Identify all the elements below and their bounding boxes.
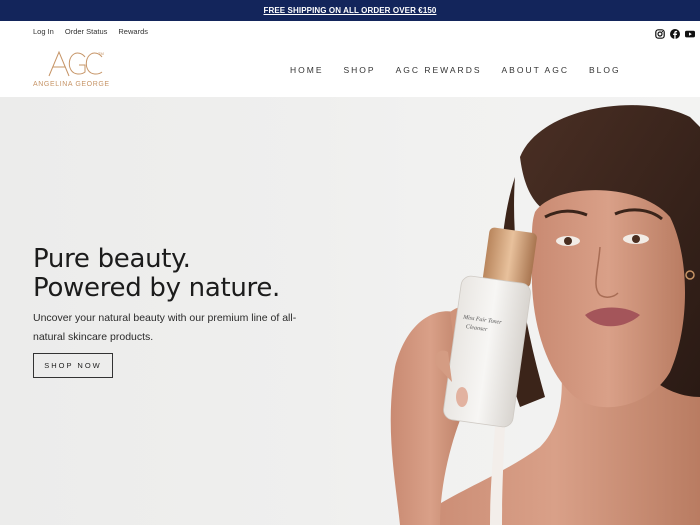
- shop-now-label: SHOP NOW: [44, 361, 102, 370]
- nav-home[interactable]: HOME: [290, 65, 324, 75]
- free-shipping-link[interactable]: FREE SHIPPING ON ALL ORDER OVER €150: [264, 6, 437, 15]
- main-nav: HOME SHOP AGC REWARDS ABOUT AGC BLOG: [290, 65, 621, 75]
- youtube-icon[interactable]: [685, 26, 695, 38]
- hero-headline-line1: Pure beauty.: [33, 244, 191, 274]
- announcement-bar: FREE SHIPPING ON ALL ORDER OVER €150: [0, 0, 700, 21]
- hero-copy: Pure beauty. Powered by nature. Uncover …: [33, 245, 333, 347]
- nav-blog[interactable]: BLOG: [589, 65, 621, 75]
- hero-headline-line2: Powered by nature.: [33, 273, 281, 303]
- nav-agc-rewards[interactable]: AGC REWARDS: [396, 65, 482, 75]
- utility-bar: Log In Order Status Rewards: [0, 21, 700, 42]
- shop-now-button[interactable]: SHOP NOW: [33, 353, 113, 378]
- hero-subtext: Uncover your natural beauty with our pre…: [33, 312, 297, 343]
- rewards-link[interactable]: Rewards: [118, 27, 148, 36]
- instagram-icon[interactable]: [655, 26, 665, 39]
- utility-links: Log In Order Status Rewards: [33, 27, 148, 36]
- brand-logo[interactable]: TM ANGELINA GEORGE: [33, 47, 123, 92]
- logo-wordmark: ANGELINA GEORGE: [33, 81, 110, 88]
- hero-banner: Miss Fair Toner Cleanser Pure beauty. Po…: [0, 97, 700, 525]
- site-header: TM ANGELINA GEORGE HOME SHOP AGC REWARDS…: [0, 42, 700, 97]
- nav-about-agc[interactable]: ABOUT AGC: [502, 65, 569, 75]
- hero-headline: Pure beauty. Powered by nature.: [33, 245, 333, 303]
- nav-shop[interactable]: SHOP: [344, 65, 376, 75]
- social-links: [655, 26, 695, 39]
- order-status-link[interactable]: Order Status: [65, 27, 108, 36]
- log-in-link[interactable]: Log In: [33, 27, 54, 36]
- logo-trademark: TM: [98, 51, 104, 56]
- facebook-icon[interactable]: [670, 26, 680, 39]
